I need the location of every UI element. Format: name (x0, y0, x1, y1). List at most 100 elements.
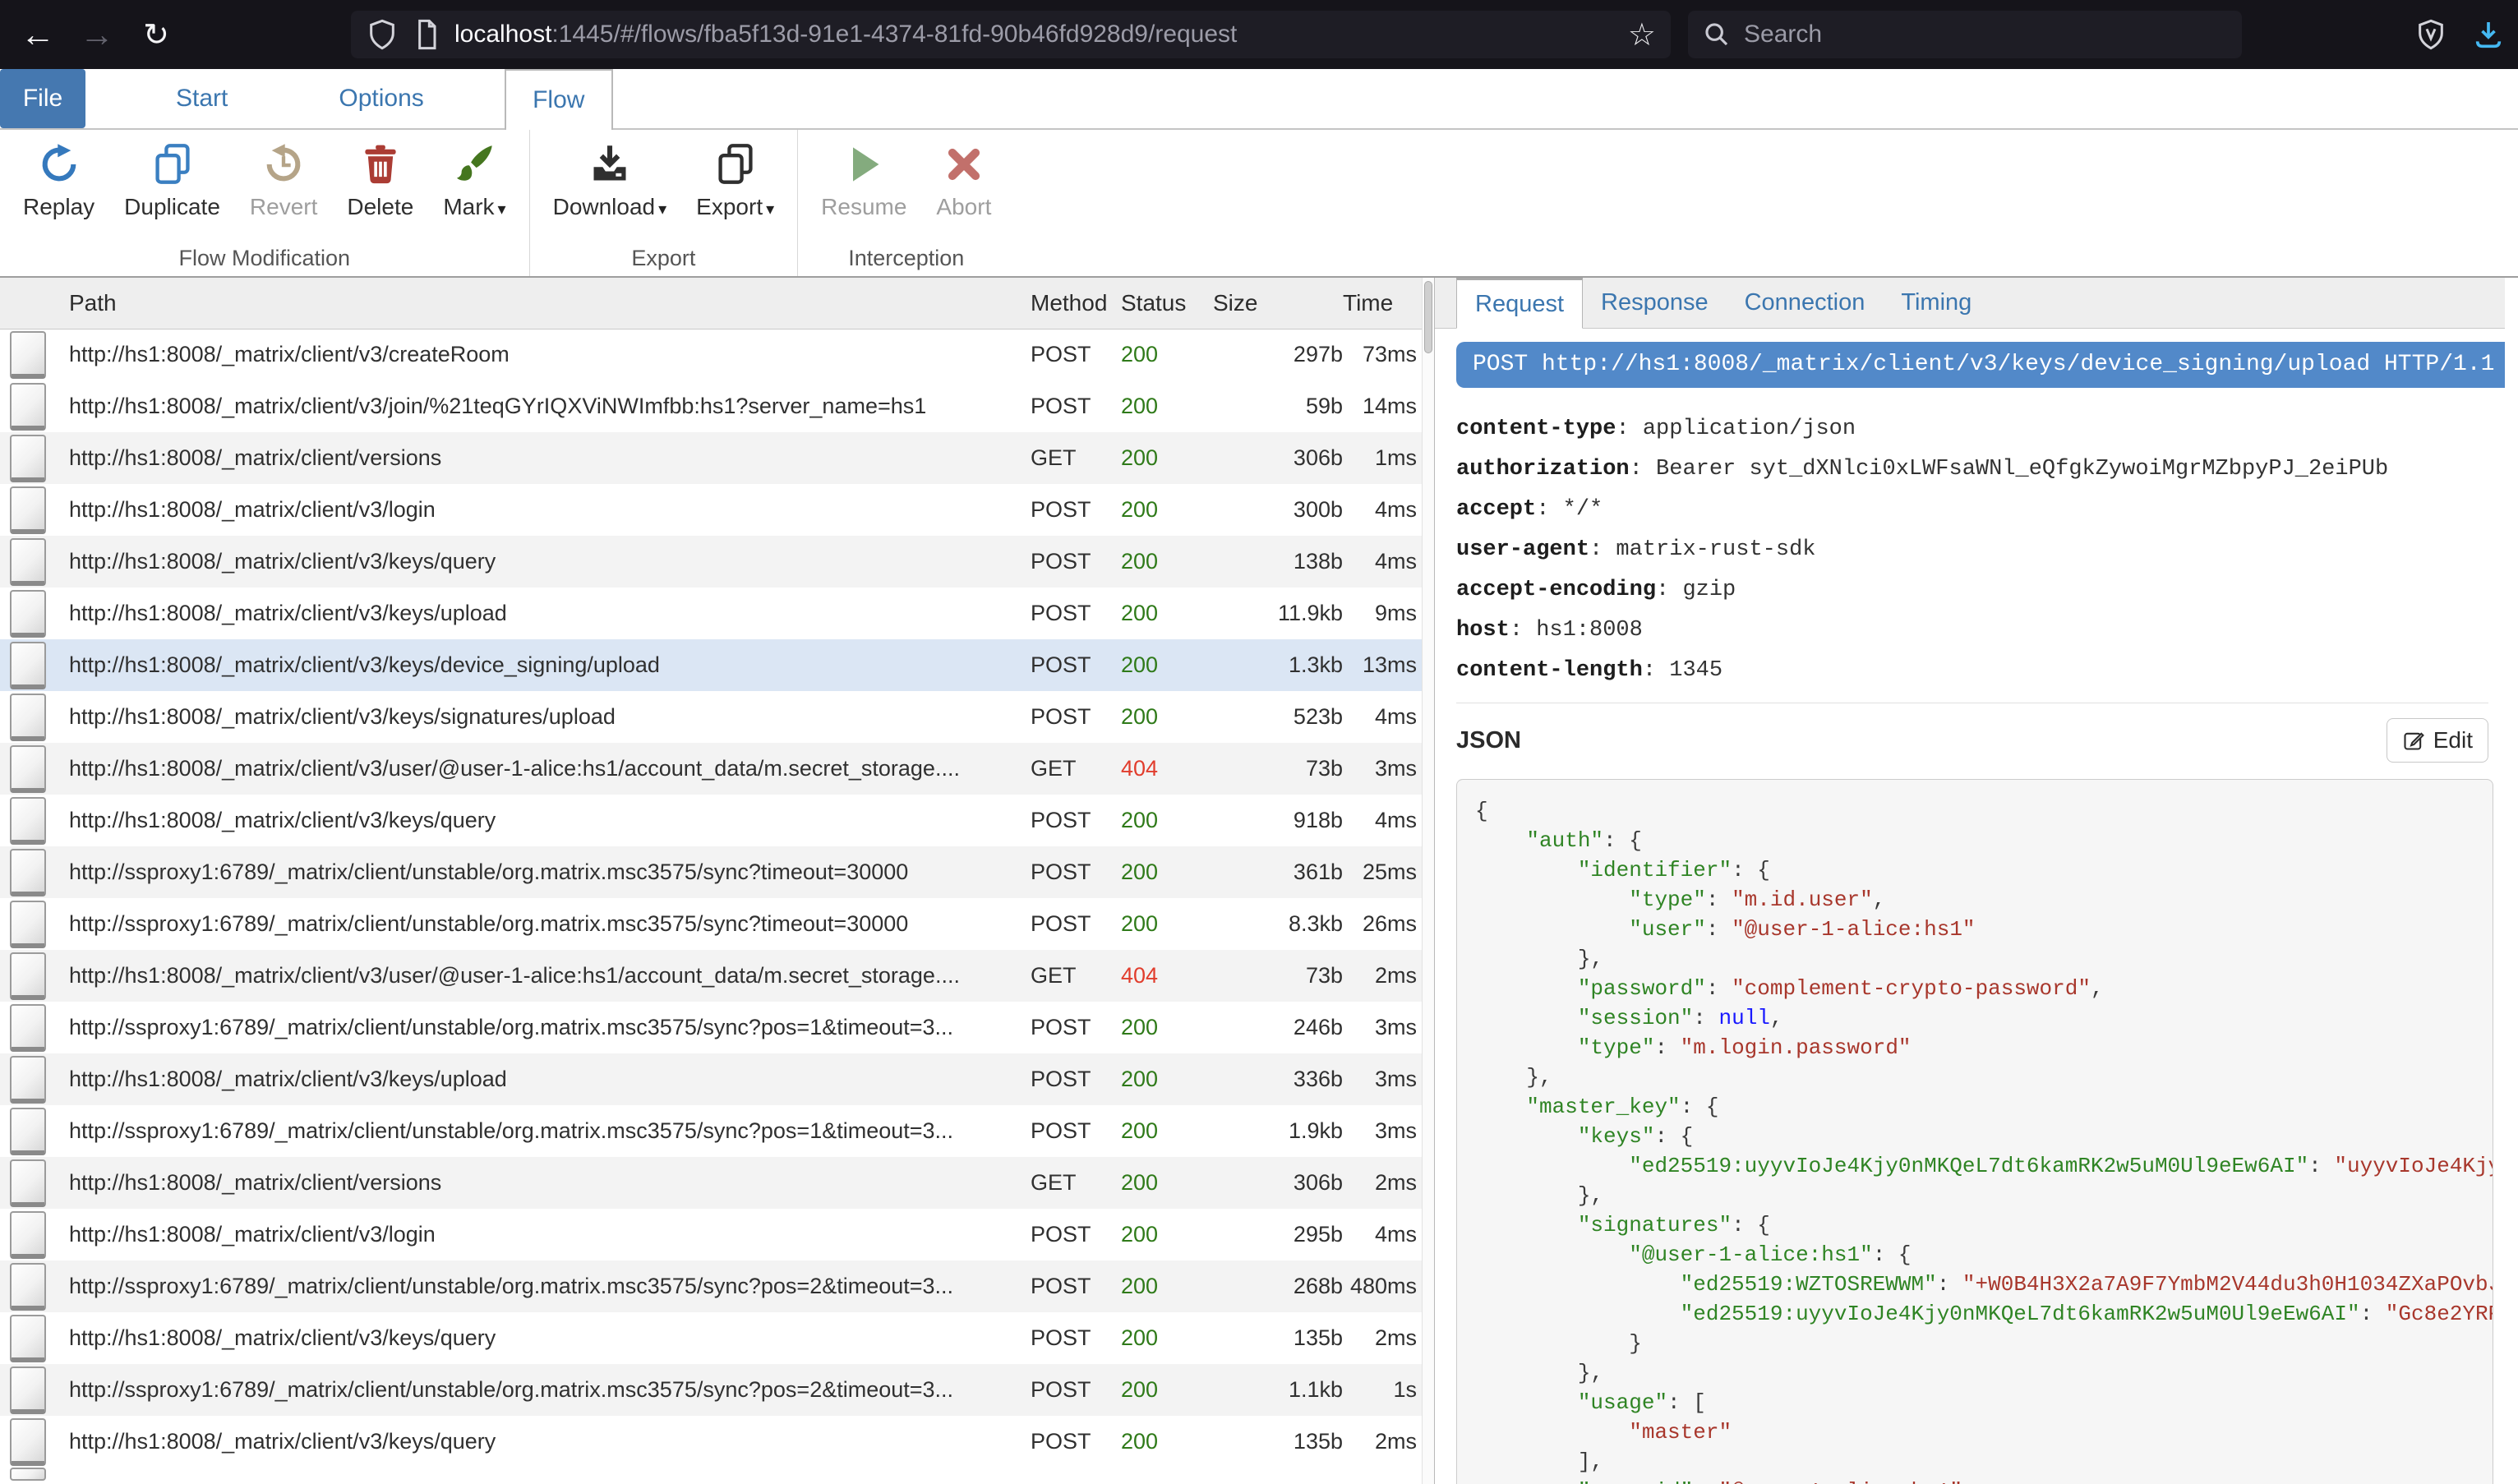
flow-row[interactable]: http://hs1:8008/_matrix/client/v3/keys/d… (0, 639, 1422, 691)
flow-row[interactable]: http://hs1:8008/_matrix/client/v3/user/@… (0, 950, 1422, 1002)
page-info-icon[interactable] (410, 18, 443, 51)
flow-size: 138b (1195, 536, 1343, 588)
flow-row[interactable]: http://hs1:8008/_matrix/client/v3/loginP… (0, 1209, 1422, 1260)
resource-document-icon (10, 849, 46, 896)
flow-time: 2ms (1343, 1157, 1422, 1209)
toolbar-button-label: Replay (23, 194, 95, 220)
url-bar[interactable]: localhost:1445/#/flows/fba5f13d-91e1-437… (351, 11, 1671, 58)
status-code: 200 (1121, 445, 1158, 470)
flow-row[interactable]: http://hs1:8008/_matrix/client/versionsG… (0, 1157, 1422, 1209)
flow-path: http://hs1:8008/_matrix/client/v3/keys/q… (54, 795, 1024, 846)
tab-options[interactable]: Options (330, 69, 431, 128)
replay-button[interactable]: Replay (8, 141, 109, 220)
flow-row[interactable]: http://hs1:8008/_matrix/client/v3/keys/u… (0, 588, 1422, 639)
flow-row[interactable]: http://hs1:8008/_matrix/client/v3/keys/s… (0, 691, 1422, 743)
flow-row[interactable]: http://ssproxy1:6789/_matrix/client/unst… (0, 1002, 1422, 1053)
flow-row[interactable]: http://hs1:8008/_matrix/client/v3/join/%… (0, 380, 1422, 432)
flow-method: GET (1024, 950, 1121, 1002)
detail-tab-connection[interactable]: Connection (1727, 278, 1884, 328)
flow-status: 200 (1121, 1053, 1195, 1105)
detail-tab-timing[interactable]: Timing (1883, 278, 1990, 328)
flow-row[interactable]: http://ssproxy1:6789/_matrix/client/unst… (0, 1260, 1422, 1312)
detail-tab-request[interactable]: Request (1456, 278, 1583, 329)
flow-row[interactable]: http://hs1:8008/_matrix/client/v3/keys/q… (0, 536, 1422, 588)
downloads-icon[interactable] (2472, 18, 2505, 51)
json-body-box[interactable]: { "auth": { "identifier": { "type": "m.i… (1456, 779, 2493, 1484)
toolbar-group-caption: Flow Modification (8, 241, 521, 273)
flow-row[interactable]: http://hs1:8008/_matrix/client/v3/keys/q… (0, 1312, 1422, 1364)
status-code: 200 (1121, 911, 1158, 936)
flow-row[interactable]: http://ssproxy1:6789/_matrix/client/unst… (0, 846, 1422, 898)
toolbar-button-label: Resume (821, 194, 906, 220)
flow-list-scrollbar[interactable] (1422, 278, 1435, 1484)
column-header-size[interactable]: Size (1195, 278, 1343, 329)
flow-time: 73ms (1343, 329, 1422, 380)
header-name: user-agent (1456, 537, 1589, 562)
extension-shield-icon[interactable] (2414, 18, 2447, 51)
column-header-time[interactable]: Time (1343, 278, 1422, 329)
flow-status: 200 (1121, 432, 1195, 484)
flow-status: 200 (1121, 1002, 1195, 1053)
flow-path: http://hs1:8008/_matrix/client/v3/keys/q… (54, 1416, 1024, 1468)
download-button[interactable]: Download▾ (538, 141, 682, 220)
flow-method: POST (1024, 1260, 1121, 1312)
abort-button[interactable]: Abort (921, 141, 1006, 220)
scrollbar-thumb[interactable] (1424, 281, 1432, 353)
status-code: 200 (1121, 1429, 1158, 1454)
flow-row[interactable]: http://hs1:8008/_matrix/client/v3/create… (0, 329, 1422, 380)
delete-button[interactable]: Delete (332, 141, 428, 220)
tab-start[interactable]: Start (168, 69, 236, 128)
resource-document-icon (10, 1004, 46, 1052)
flow-row[interactable]: http://hs1:8008/_matrix/client/versionsG… (0, 432, 1422, 484)
search-bar[interactable]: Search (1688, 11, 2242, 58)
flow-row[interactable]: http://ssproxy1:6789/_matrix/client/unst… (0, 1105, 1422, 1157)
column-header-method[interactable]: Method (1024, 278, 1121, 329)
toolbar-button-label: Mark▾ (443, 194, 505, 220)
request-line[interactable]: POST http://hs1:8008/_matrix/client/v3/k… (1456, 342, 2505, 388)
flow-path: http://hs1:8008/_matrix/client/v3/user/@… (54, 950, 1024, 1002)
flow-row[interactable] (0, 1468, 1422, 1482)
back-icon[interactable]: ← (13, 0, 62, 69)
flow-status: 200 (1121, 380, 1195, 432)
flow-path: http://hs1:8008/_matrix/client/versions (54, 1157, 1024, 1209)
flow-row[interactable]: http://ssproxy1:6789/_matrix/client/unst… (0, 1364, 1422, 1416)
flow-status: 200 (1121, 846, 1195, 898)
export-button[interactable]: Export▾ (681, 141, 789, 220)
flow-row[interactable]: http://hs1:8008/_matrix/client/v3/keys/q… (0, 795, 1422, 846)
detail-tab-response[interactable]: Response (1583, 278, 1727, 328)
download-icon (587, 141, 633, 187)
column-header-icon (0, 278, 54, 329)
edit-button[interactable]: Edit (2387, 718, 2488, 763)
resume-button[interactable]: Resume (806, 141, 921, 220)
tab-flow-active[interactable]: Flow (505, 69, 613, 130)
flow-time: 1ms (1343, 432, 1422, 484)
shield-icon[interactable] (366, 18, 399, 51)
flow-row[interactable]: http://hs1:8008/_matrix/client/v3/keys/u… (0, 1053, 1422, 1105)
status-code: 200 (1121, 1170, 1158, 1195)
column-header-status[interactable]: Status (1121, 278, 1195, 329)
flow-time: 25ms (1343, 846, 1422, 898)
flow-time: 4ms (1343, 1209, 1422, 1260)
forward-icon[interactable]: → (72, 0, 122, 69)
mark-button[interactable]: Mark▾ (428, 141, 520, 220)
flow-path: http://ssproxy1:6789/_matrix/client/unst… (54, 898, 1024, 950)
flow-path: http://hs1:8008/_matrix/client/v3/keys/u… (54, 1053, 1024, 1105)
flow-time (1343, 1468, 1422, 1482)
status-code: 404 (1121, 963, 1158, 988)
column-header-path[interactable]: Path (54, 278, 1024, 329)
file-menu-button[interactable]: File (0, 69, 85, 128)
status-code: 200 (1121, 1015, 1158, 1039)
flow-row[interactable]: http://hs1:8008/_matrix/client/v3/user/@… (0, 743, 1422, 795)
flow-row[interactable]: http://ssproxy1:6789/_matrix/client/unst… (0, 898, 1422, 950)
request-header-line: user-agent: matrix-rust-sdk (1456, 530, 2505, 570)
reload-icon[interactable]: ↻ (131, 0, 181, 69)
flow-status: 200 (1121, 795, 1195, 846)
flow-row[interactable]: http://hs1:8008/_matrix/client/v3/keys/q… (0, 1416, 1422, 1468)
resource-document-icon (10, 901, 46, 948)
revert-button[interactable]: Revert (235, 141, 332, 220)
dropdown-caret-icon: ▾ (658, 200, 666, 219)
duplicate-button[interactable]: Duplicate (109, 141, 235, 220)
bookmark-star-icon[interactable]: ☆ (1628, 16, 1656, 53)
flow-row[interactable]: http://hs1:8008/_matrix/client/v3/loginP… (0, 484, 1422, 536)
flow-status: 200 (1121, 639, 1195, 691)
